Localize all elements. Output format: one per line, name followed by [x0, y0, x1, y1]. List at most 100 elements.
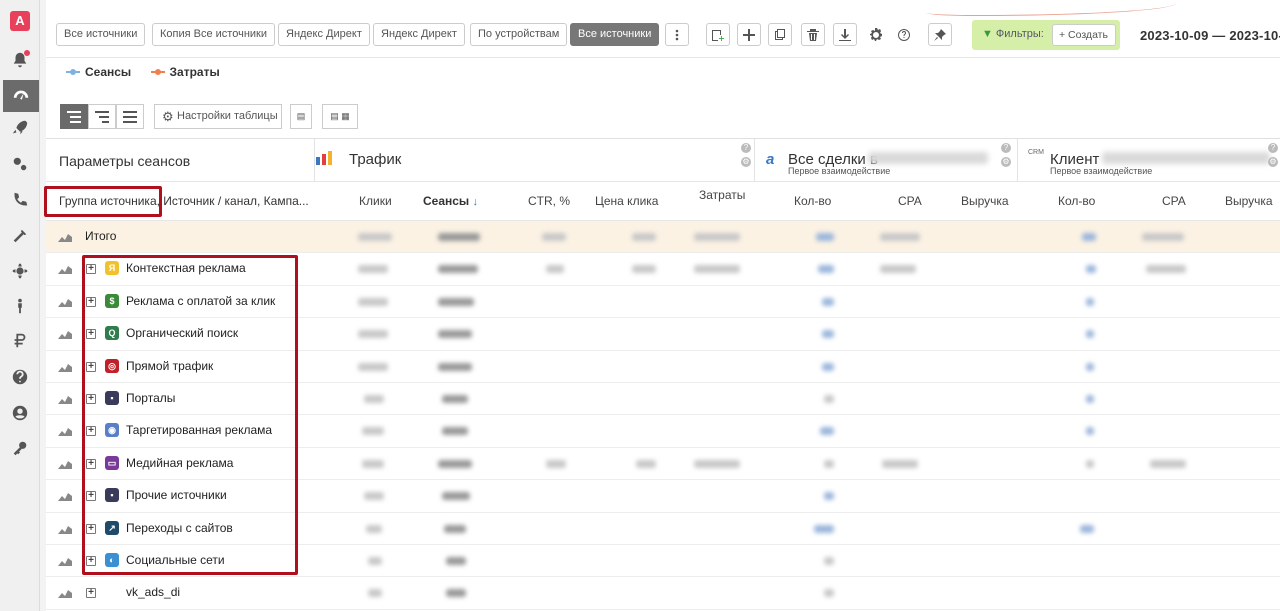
- legend-item-sessions[interactable]: Сеансы: [66, 65, 131, 79]
- preset-tab-all-sources[interactable]: Все источники: [56, 23, 146, 46]
- trash-icon: [807, 28, 819, 41]
- col-client-cpa[interactable]: CPA: [1162, 194, 1186, 208]
- row-chart-icon[interactable]: [58, 329, 72, 340]
- chart-legend: Сеансы Затраты: [66, 62, 236, 79]
- crm-logo-icon: a: [766, 151, 775, 168]
- tree-view-icon: [67, 110, 81, 123]
- indent-view-button[interactable]: [88, 104, 116, 129]
- col-deals-revenue[interactable]: Выручка: [961, 194, 1009, 208]
- row-chart-icon[interactable]: [58, 394, 72, 404]
- duplicate-button[interactable]: [768, 23, 792, 46]
- left-nav-rail: A: [0, 0, 40, 611]
- row-chart-icon[interactable]: [58, 491, 72, 502]
- table-column-header: Группа источника, Источник / канал, Камп…: [46, 182, 1280, 221]
- legend-marker: [66, 69, 80, 75]
- col-sessions[interactable]: Сеансы ↓: [423, 194, 478, 208]
- add-button[interactable]: [737, 23, 761, 46]
- preset-tab-copy-all-sources[interactable]: Копия Все источники: [152, 23, 275, 46]
- kebab-icon: [675, 29, 679, 40]
- row-chart-icon[interactable]: [58, 556, 72, 566]
- filters-label: Фильтры:: [995, 28, 1044, 40]
- plus-icon: [743, 28, 755, 41]
- client-group-subtitle: Первое взаимодействие: [1050, 166, 1153, 176]
- settings-icon[interactable]: ⚙: [1001, 157, 1011, 167]
- params-title: Параметры сеансов: [59, 153, 191, 169]
- col-client-revenue[interactable]: Выручка: [1225, 194, 1273, 208]
- delete-button[interactable]: [801, 23, 825, 46]
- filter-icon: ▼: [982, 28, 993, 40]
- tree-view-button[interactable]: [60, 104, 88, 129]
- row-chart-icon[interactable]: [58, 264, 72, 275]
- notifications-icon[interactable]: [8, 48, 32, 72]
- redacted-text: [1102, 152, 1270, 164]
- traffic-group-title: Трафик: [349, 151, 402, 168]
- annotation-stroke: [926, 0, 1176, 16]
- settings-icon[interactable]: [8, 259, 32, 283]
- help-icon[interactable]: [8, 365, 32, 389]
- create-filter-button[interactable]: + Создать: [1052, 24, 1116, 46]
- help-button[interactable]: [892, 23, 916, 46]
- row-chart-icon[interactable]: [58, 362, 72, 372]
- date-range-picker[interactable]: 2023-10-09 — 2023-10-: [1140, 28, 1280, 43]
- tools-icon[interactable]: [8, 224, 32, 248]
- settings-icon[interactable]: ⚙: [741, 157, 751, 167]
- more-presets-button[interactable]: [665, 23, 689, 46]
- preset-tab-yandex-direct[interactable]: Яндекс Директ: [278, 23, 370, 46]
- help-icon[interactable]: ?: [1268, 143, 1278, 153]
- excel-calendar-icon: ▤ ▦: [330, 111, 350, 121]
- deals-group-subtitle: Первое взаимодействие: [788, 166, 891, 176]
- expand-row-icon[interactable]: +: [86, 588, 96, 599]
- flat-view-button[interactable]: [116, 104, 144, 129]
- col-client-count[interactable]: Кол-во: [1058, 194, 1095, 208]
- phone-icon[interactable]: [8, 188, 32, 212]
- redacted-text: [868, 152, 988, 164]
- integrations-icon[interactable]: [8, 152, 32, 176]
- row-chart-icon[interactable]: [58, 232, 72, 242]
- account-icon[interactable]: [8, 401, 32, 425]
- excel-icon: ▤: [296, 111, 306, 121]
- notification-dot: [24, 50, 30, 56]
- table-settings-button[interactable]: ⚙ Настройки таблицы: [154, 104, 282, 129]
- ruble-icon[interactable]: [8, 328, 32, 352]
- dashboard-icon[interactable]: [3, 80, 39, 112]
- col-clicks[interactable]: Клики: [359, 194, 392, 208]
- export-excel-button[interactable]: ▤: [290, 104, 312, 129]
- app-logo[interactable]: A: [10, 11, 30, 31]
- col-deals-cpa[interactable]: CPA: [898, 194, 922, 208]
- export-schedule-button[interactable]: ▤ ▦: [322, 104, 358, 129]
- row-chart-icon[interactable]: [58, 426, 72, 437]
- table-group-header: Параметры сеансов Трафик ? ⚙ a Все сделк…: [46, 139, 1280, 221]
- report-settings-button[interactable]: [864, 23, 888, 46]
- flat-list-icon: [123, 110, 137, 123]
- user-actions-icon[interactable]: [8, 294, 32, 318]
- key-icon[interactable]: [8, 436, 32, 460]
- preset-tab-all-sources-active[interactable]: Все источники: [570, 23, 660, 46]
- app-window: A Все источники Копия Все источники Янде…: [0, 0, 1280, 611]
- col-costs[interactable]: Затраты: [699, 188, 745, 202]
- crm-badge-icon: CRM: [1028, 149, 1044, 156]
- pin-icon: [934, 28, 946, 41]
- preset-tab-by-device[interactable]: По устройствам: [470, 23, 568, 46]
- add-report-button[interactable]: [706, 23, 730, 46]
- rocket-icon[interactable]: [8, 116, 32, 140]
- row-chart-icon[interactable]: [58, 588, 72, 599]
- row-chart-icon[interactable]: [58, 524, 72, 534]
- preset-tab-yandex-direct-2[interactable]: Яндекс Директ: [373, 23, 465, 46]
- help-icon[interactable]: ?: [741, 143, 751, 153]
- sort-desc-icon: ↓: [472, 196, 479, 208]
- settings-icon[interactable]: ⚙: [1268, 157, 1278, 167]
- copy-icon: [775, 28, 785, 40]
- download-button[interactable]: [833, 23, 857, 46]
- col-ctr[interactable]: CTR, %: [528, 194, 570, 208]
- row-label[interactable]: vk_ads_di: [126, 585, 180, 599]
- annotation-box-dimension: [44, 186, 162, 217]
- annotation-box-source-groups: [82, 255, 298, 575]
- legend-item-costs[interactable]: Затраты: [150, 65, 220, 79]
- col-cpc[interactable]: Цена клика: [595, 194, 658, 208]
- help-icon[interactable]: ?: [1001, 143, 1011, 153]
- row-chart-icon[interactable]: [58, 459, 72, 469]
- col-deals-count[interactable]: Кол-во: [794, 194, 831, 208]
- pin-button[interactable]: [928, 23, 952, 46]
- gear-icon: [870, 27, 882, 41]
- row-chart-icon[interactable]: [58, 297, 72, 307]
